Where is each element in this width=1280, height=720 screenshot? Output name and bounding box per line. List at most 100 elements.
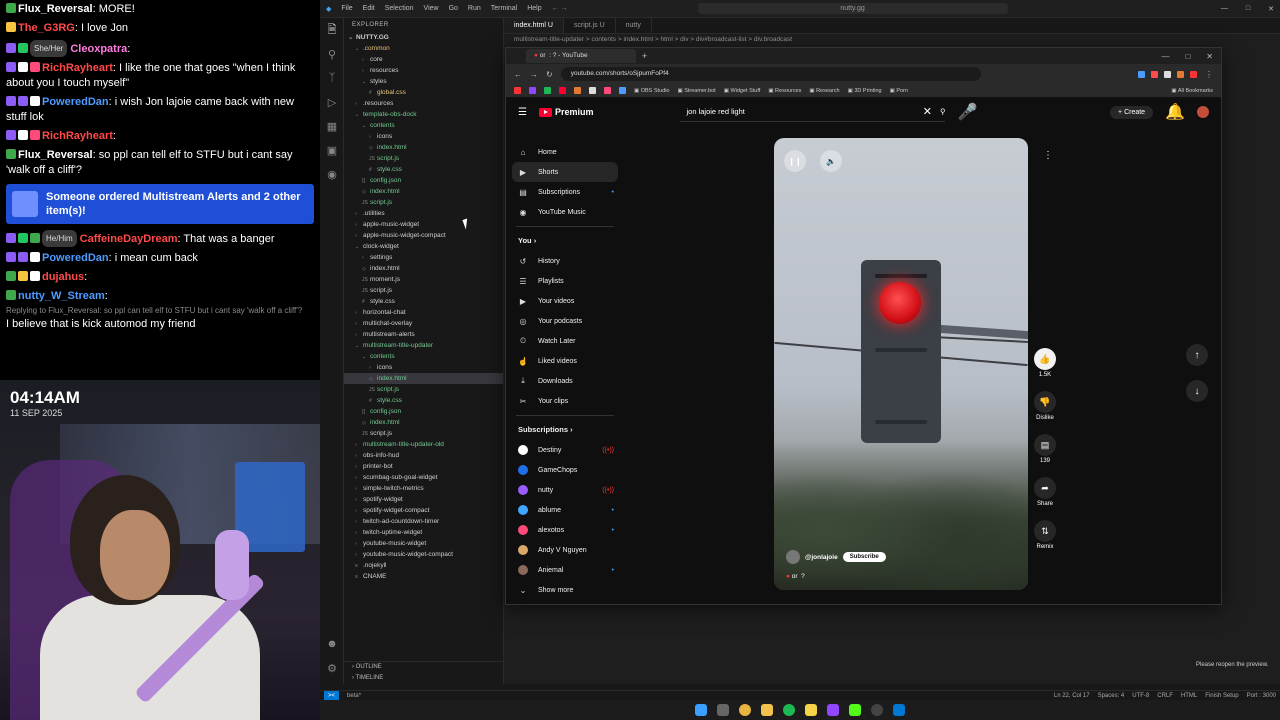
tree-file[interactable]: JS script.js	[344, 285, 503, 296]
branch-label[interactable]: beta*	[347, 693, 361, 699]
tree-file[interactable]: ◇ index.html	[344, 186, 503, 197]
tree-file[interactable]: # style.css	[344, 164, 503, 175]
remix-button[interactable]: ⇅ Remix	[1033, 520, 1057, 550]
chat-username[interactable]: CaffeineDayDream	[80, 233, 178, 245]
editor-tab[interactable]: nutty	[616, 18, 652, 33]
show-more-button[interactable]: ⌄ Show more	[506, 580, 624, 600]
subscription-item[interactable]: ablume •	[506, 500, 624, 520]
search-taskbar-icon[interactable]	[717, 704, 729, 716]
browser-menu-icon[interactable]: ⋮	[1205, 70, 1213, 79]
tree-folder[interactable]: › horizontal-chat	[344, 307, 503, 318]
tree-folder[interactable]: › .utilities	[344, 208, 503, 219]
sidebar-item-watch-later[interactable]: ⏲ Watch Later	[506, 331, 624, 351]
sidebar-item-subscriptions[interactable]: ▤ Subscriptions •	[506, 182, 624, 202]
subscription-item[interactable]: Andy V Nguyen	[506, 540, 624, 560]
tree-folder[interactable]: › core	[344, 54, 503, 65]
chrome-icon[interactable]	[739, 704, 751, 716]
tree-file[interactable]: {} config.json	[344, 175, 503, 186]
timeline-section[interactable]: › TIMELINE	[344, 673, 503, 684]
chat-username[interactable]: PoweredDan	[42, 252, 109, 264]
status-item[interactable]: Port : 3000	[1247, 693, 1276, 699]
ext-icon[interactable]	[1138, 70, 1145, 78]
tree-file[interactable]: JS script.js	[344, 428, 503, 439]
tree-folder[interactable]: › twitch-uptime-widget	[344, 527, 503, 538]
tree-file[interactable]: # style.css	[344, 296, 503, 307]
bookmark-item[interactable]: ▣ Streamer.bot	[677, 88, 715, 94]
tree-folder[interactable]: ⌄ multistream-title-updater	[344, 340, 503, 351]
bookmark-favicon-icon[interactable]	[529, 87, 536, 94]
tree-folder[interactable]: ⌄ contents	[344, 351, 503, 362]
bookmark-item[interactable]: ▣ Porn	[890, 88, 908, 94]
like-button[interactable]: 👍 1.5K	[1033, 348, 1057, 378]
bookmark-favicon-icon[interactable]	[514, 87, 521, 94]
youtube-tab[interactable]: ● or : ? - YouTube	[526, 49, 636, 63]
ext-icon[interactable]	[1164, 70, 1171, 78]
tree-file[interactable]: {} config.json	[344, 406, 503, 417]
editor-tab[interactable]: script.js U	[564, 18, 616, 33]
forward-icon[interactable]: →	[530, 70, 538, 79]
github-icon[interactable]: ◉	[320, 162, 344, 186]
tree-file[interactable]: ◇ index.html	[344, 373, 503, 384]
menu-item-terminal[interactable]: Terminal	[491, 5, 517, 12]
bookmark-item[interactable]: ▣ Widget Stuff	[724, 88, 761, 94]
dislike-button[interactable]: 👎 Dislike	[1033, 391, 1057, 421]
menu-item-run[interactable]: Run	[468, 5, 481, 12]
menu-item-file[interactable]: File	[341, 5, 352, 12]
status-item[interactable]: CRLF	[1157, 693, 1173, 699]
bookmark-item[interactable]: ▣ Resources	[768, 88, 801, 94]
browser-minimize-icon[interactable]: —	[1161, 52, 1169, 61]
bookmark-favicon-icon[interactable]	[559, 87, 566, 94]
share-button[interactable]: ➦ Share	[1033, 477, 1057, 507]
tree-folder[interactable]: › simple-twitch-metrics	[344, 483, 503, 494]
menu-item-help[interactable]: Help	[527, 5, 541, 12]
status-item[interactable]: Spaces: 4	[1098, 693, 1125, 699]
status-item[interactable]: Finish Setup	[1205, 693, 1238, 699]
tree-folder[interactable]: ⌄ .common	[344, 43, 503, 54]
tree-folder[interactable]: › youtube-music-widget	[344, 538, 503, 549]
tree-folder[interactable]: ⌄ styles	[344, 76, 503, 87]
tree-folder[interactable]: › resources	[344, 65, 503, 76]
sidebar-item-playlists[interactable]: ☰ Playlists	[506, 271, 624, 291]
obs-icon[interactable]	[871, 704, 883, 716]
bookmark-item[interactable]: ▣ Research	[809, 88, 839, 94]
chat-username[interactable]: nutty_W_Stream	[18, 290, 105, 302]
source-control-icon[interactable]: ᛉ	[320, 66, 344, 90]
sidebar-item-downloads[interactable]: ⤓ Downloads	[506, 371, 624, 391]
tree-folder[interactable]: ⌄ template-obs-dock	[344, 109, 503, 120]
search-icon[interactable]: ⚲	[320, 42, 344, 66]
previous-short-icon[interactable]: ↑	[1186, 344, 1208, 366]
youtube-logo[interactable]: Premium	[538, 107, 593, 117]
subscription-item[interactable]: Destiny ((•))	[506, 440, 624, 460]
account-avatar[interactable]	[1197, 106, 1209, 118]
ext-icon[interactable]	[1177, 70, 1184, 78]
volume-icon[interactable]: 🔈	[820, 150, 842, 172]
extensions-icon[interactable]: ▦	[320, 114, 344, 138]
spotify-icon[interactable]	[783, 704, 795, 716]
tree-folder[interactable]: › settings	[344, 252, 503, 263]
notifications-icon[interactable]: 🔔	[1165, 102, 1185, 122]
tree-folder[interactable]: › spotify-widget-compact	[344, 505, 503, 516]
voice-search-icon[interactable]: 🎤	[957, 102, 977, 122]
bookmark-favicon-icon[interactable]	[574, 87, 581, 94]
tree-folder[interactable]: › printer-bot	[344, 461, 503, 472]
tree-folder[interactable]: › multistream-alerts	[344, 329, 503, 340]
status-item[interactable]: Ln 22, Col 17	[1054, 693, 1090, 699]
chat-username[interactable]: The_G3RG	[18, 22, 75, 34]
tree-folder[interactable]: ⌄ clock-widget	[344, 241, 503, 252]
subscribe-button[interactable]: Subscribe	[842, 552, 886, 562]
vscode-taskbar-icon[interactable]	[893, 704, 905, 716]
chat-username[interactable]: Cleoxpatra	[70, 43, 127, 55]
tree-folder[interactable]: › .resources	[344, 98, 503, 109]
create-button[interactable]: + Create	[1110, 105, 1154, 119]
tree-folder[interactable]: › twitch-ad-countdown-timer	[344, 516, 503, 527]
tree-folder[interactable]: ⌄ contents	[344, 120, 503, 131]
bookmark-item[interactable]: ▣ All Bookmarks	[1171, 88, 1213, 94]
sidebar-item-youtube-music[interactable]: ◉ YouTube Music	[506, 202, 624, 222]
tree-file[interactable]: ◇ index.html	[344, 263, 503, 274]
menu-item-go[interactable]: Go	[449, 5, 458, 12]
tree-file[interactable]: JS moment.js	[344, 274, 503, 285]
command-center-search[interactable]: nutty.gg	[697, 3, 1008, 14]
comments-button[interactable]: ▤ 139	[1033, 434, 1057, 464]
clear-search-icon[interactable]: ✕	[923, 105, 932, 118]
chat-username[interactable]: PoweredDan	[42, 96, 109, 108]
